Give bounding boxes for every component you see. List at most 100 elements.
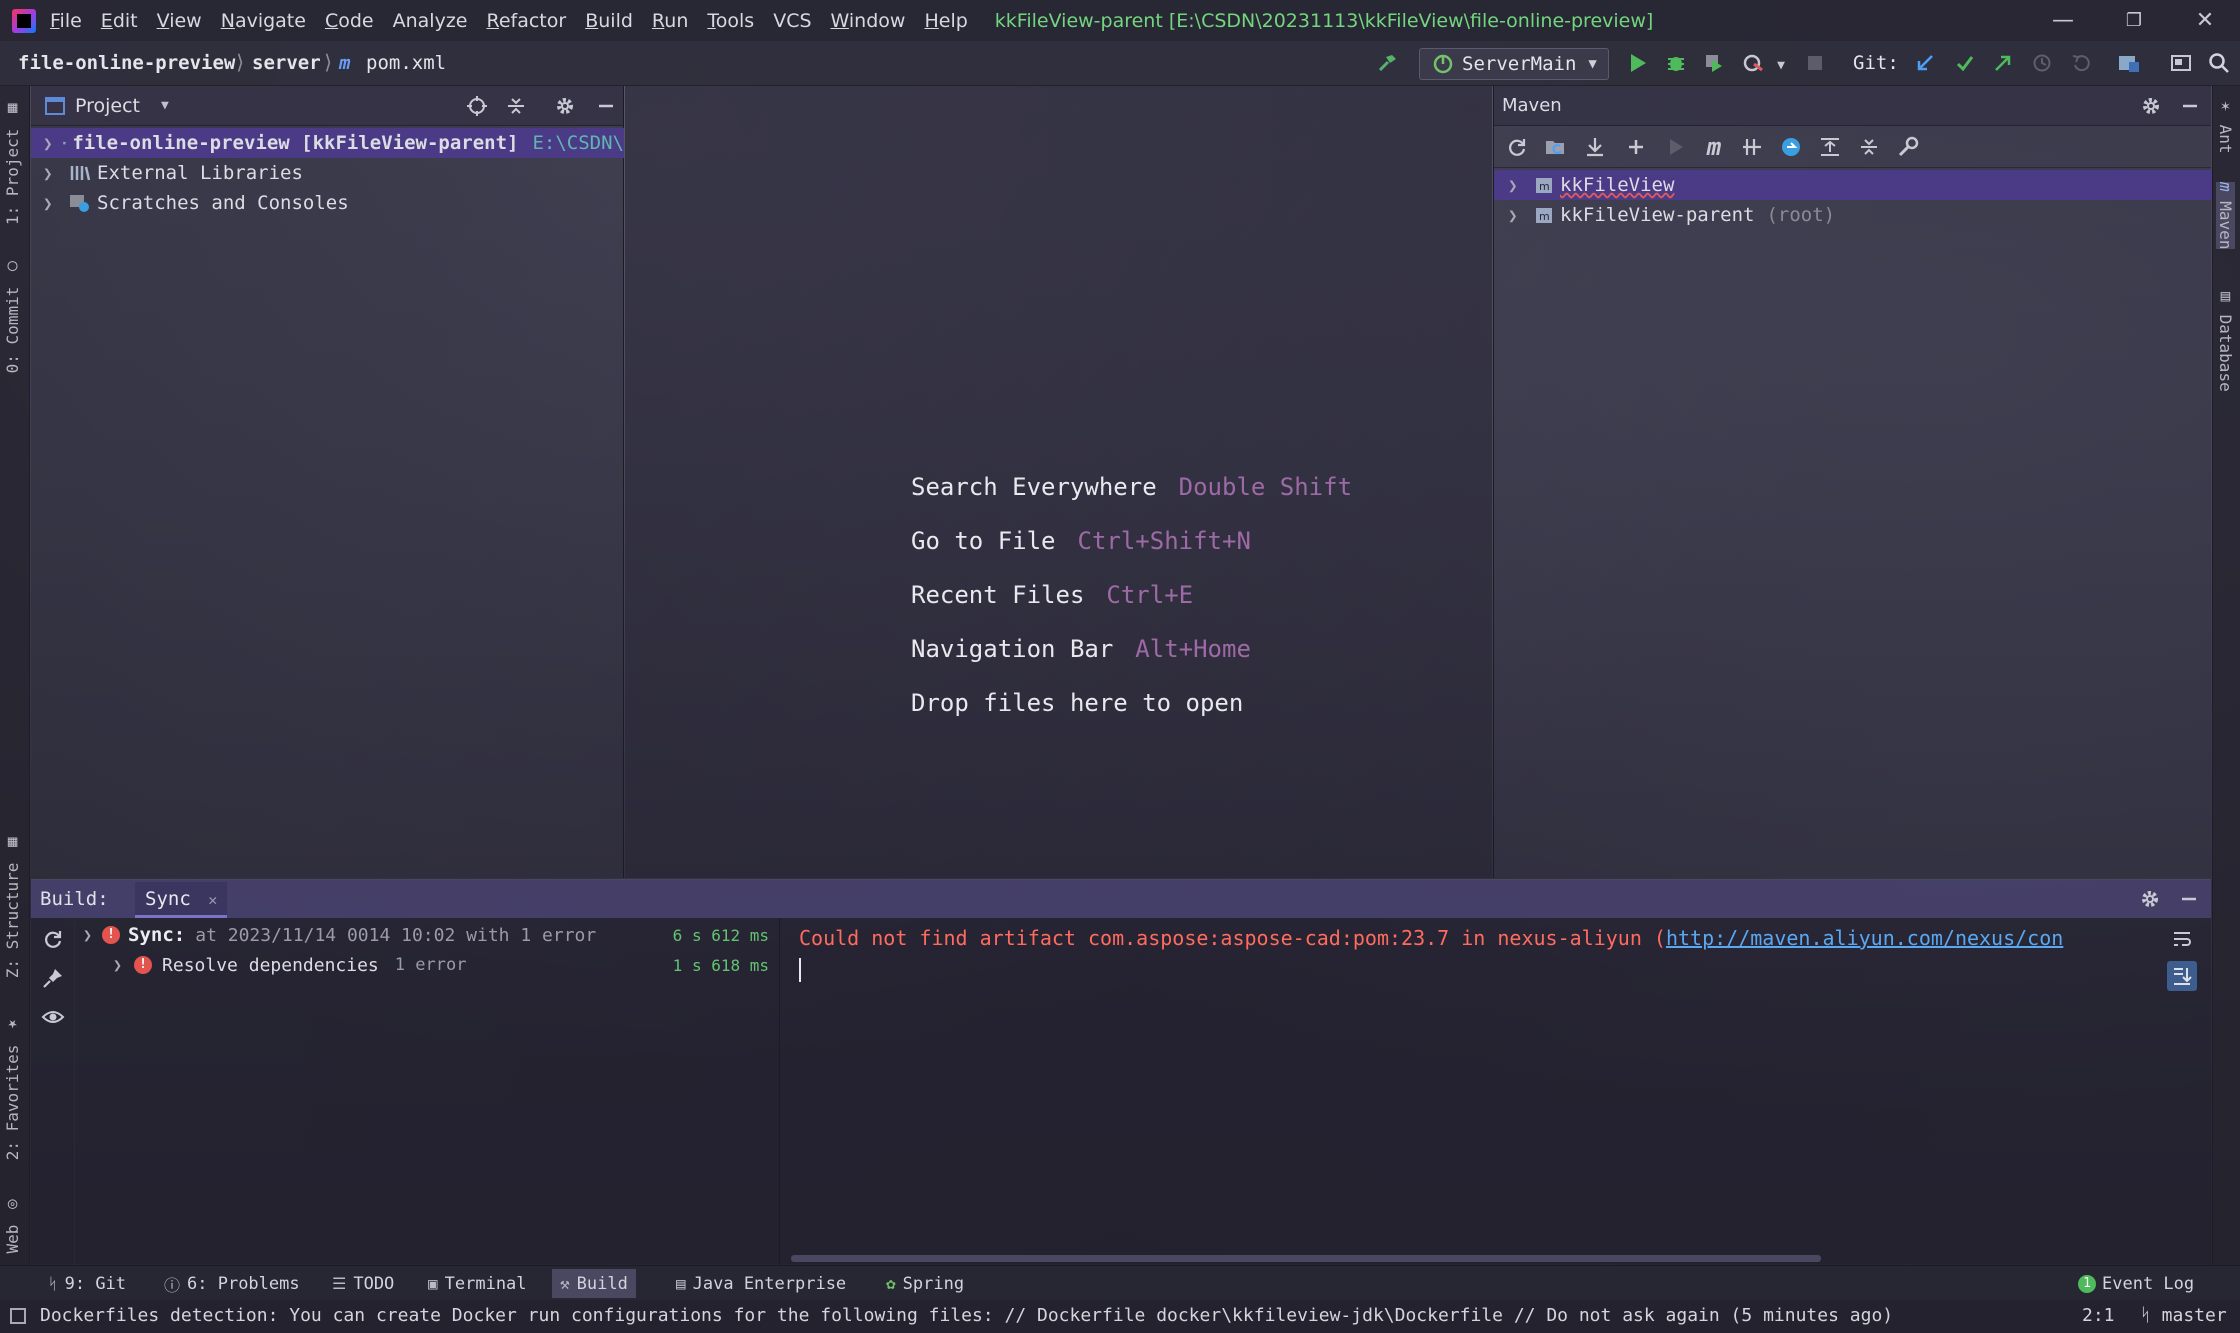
- tree-item-project-root[interactable]: ❯ file-online-preview [kkFileView-parent…: [31, 128, 624, 158]
- chevron-right-icon[interactable]: ❯: [43, 164, 59, 183]
- project-panel-title[interactable]: Project: [75, 95, 140, 117]
- pin-icon[interactable]: [38, 963, 68, 993]
- close-icon[interactable]: ✕: [2190, 6, 2220, 36]
- breadcrumb-project[interactable]: file-online-preview: [18, 52, 235, 74]
- editor-empty-area[interactable]: Search Everywhere Double Shift Go to File…: [625, 86, 1492, 878]
- collapse-all-icon[interactable]: [1854, 132, 1884, 162]
- tab-sync[interactable]: Sync ✕: [135, 882, 228, 918]
- build-row-resolve[interactable]: ❯ ! Resolve dependencies 1 error 1 s 618…: [113, 950, 773, 980]
- tool-window-java-enterprise[interactable]: ▤ Java Enterprise: [668, 1269, 854, 1298]
- build-console[interactable]: Could not find artifact com.aspose:aspos…: [781, 918, 2201, 1265]
- execute-goal-icon[interactable]: m: [1699, 132, 1729, 162]
- menu-help[interactable]: Help: [924, 10, 967, 32]
- maven-project-kkfileview[interactable]: ❯ m kkFileView: [1494, 170, 2212, 200]
- project-structure-icon[interactable]: [2114, 48, 2144, 78]
- tool-window-problems[interactable]: ⓘ 6: Problems: [156, 1269, 308, 1298]
- profile-dropdown-icon[interactable]: ▼: [1766, 50, 1796, 80]
- gear-icon[interactable]: [550, 91, 580, 121]
- tool-window-spring[interactable]: ✿ Spring: [878, 1269, 972, 1298]
- chevron-down-icon[interactable]: ▼: [161, 98, 169, 113]
- chevron-down-icon[interactable]: ❯: [83, 926, 92, 944]
- chevron-right-icon[interactable]: ❯: [1508, 176, 1524, 195]
- run-with-coverage-icon[interactable]: [1699, 48, 1729, 78]
- reload-icon[interactable]: [1502, 132, 1532, 162]
- chevron-right-icon[interactable]: ❯: [43, 194, 59, 213]
- tab-ant[interactable]: ✶ Ant: [2216, 96, 2235, 154]
- locate-icon[interactable]: [462, 91, 492, 121]
- menu-code[interactable]: Code: [325, 10, 374, 32]
- menu-edit[interactable]: Edit: [101, 10, 138, 32]
- tool-window-build[interactable]: ⚒ Build: [552, 1269, 636, 1298]
- hide-panel-icon[interactable]: [2175, 91, 2205, 121]
- tree-item-external-libraries[interactable]: ❯ External Libraries: [31, 158, 303, 188]
- build-hammer-icon[interactable]: [1373, 48, 1403, 78]
- breadcrumb-file[interactable]: pom.xml: [366, 52, 446, 74]
- soft-wrap-icon[interactable]: [2167, 924, 2197, 954]
- toggle-tool-windows-icon[interactable]: [10, 1308, 26, 1324]
- horizontal-scrollbar[interactable]: [791, 1255, 1821, 1262]
- menu-vcs[interactable]: VCS: [773, 10, 811, 32]
- gear-icon[interactable]: [2136, 91, 2166, 121]
- resync-icon[interactable]: [38, 924, 68, 954]
- git-commit-icon[interactable]: [1950, 48, 1980, 78]
- tool-window-git[interactable]: ᛋ 9: Git: [40, 1269, 134, 1298]
- menu-build[interactable]: Build: [585, 10, 633, 32]
- git-push-icon[interactable]: [1988, 48, 2018, 78]
- profile-icon[interactable]: [1738, 48, 1768, 78]
- debug-icon[interactable]: [1661, 48, 1691, 78]
- console-error-link[interactable]: http://maven.aliyun.com/nexus/con: [1666, 926, 2063, 950]
- presentation-icon[interactable]: [2166, 48, 2196, 78]
- build-row-sync[interactable]: ❯ ! Sync: at 2023/11/14 0014 10:02 with …: [83, 920, 773, 950]
- breadcrumb-module[interactable]: server: [252, 52, 321, 74]
- git-history-icon[interactable]: [2027, 48, 2057, 78]
- chevron-right-icon[interactable]: ❯: [1508, 206, 1524, 225]
- run-icon[interactable]: [1661, 132, 1691, 162]
- scroll-to-end-icon[interactable]: [2167, 961, 2197, 991]
- skip-tests-icon[interactable]: [1776, 132, 1806, 162]
- menu-navigate[interactable]: Navigate: [221, 10, 306, 32]
- event-log-button[interactable]: 1 Event Log: [2070, 1269, 2202, 1298]
- search-icon[interactable]: [2204, 48, 2234, 78]
- tab-commit[interactable]: 0: Commit ◯: [3, 258, 22, 373]
- menu-window[interactable]: Window: [831, 10, 906, 32]
- close-tab-icon[interactable]: ✕: [208, 891, 217, 909]
- tab-web[interactable]: Web ◎: [3, 1196, 22, 1254]
- download-icon[interactable]: [1580, 132, 1610, 162]
- menu-view[interactable]: View: [157, 10, 202, 32]
- add-icon[interactable]: [1621, 132, 1651, 162]
- git-branch-widget[interactable]: ᛋ master: [2140, 1305, 2227, 1326]
- tab-structure[interactable]: Z: Structure ▦: [3, 834, 22, 978]
- eye-icon[interactable]: [38, 1002, 68, 1032]
- toggle-offline-icon[interactable]: [1737, 132, 1767, 162]
- minimize-icon[interactable]: —: [2048, 6, 2078, 36]
- tab-maven[interactable]: m Maven: [2216, 182, 2235, 250]
- chevron-right-icon[interactable]: ❯: [113, 956, 122, 974]
- status-message[interactable]: Dockerfiles detection: You can create Do…: [40, 1305, 1893, 1326]
- menu-run[interactable]: Run: [652, 10, 688, 32]
- git-rollback-icon[interactable]: [2066, 48, 2096, 78]
- collapse-all-icon[interactable]: [501, 91, 531, 121]
- menu-file[interactable]: File: [50, 10, 82, 32]
- git-update-icon[interactable]: [1910, 48, 1940, 78]
- caret-position[interactable]: 2:1: [2082, 1305, 2115, 1326]
- run-configuration-select[interactable]: ServerMain ▼: [1419, 48, 1609, 80]
- chevron-right-icon[interactable]: ❯: [43, 134, 53, 153]
- run-icon[interactable]: [1623, 48, 1653, 78]
- tree-item-scratches[interactable]: ❯ Scratches and Consoles: [31, 188, 349, 218]
- menu-analyze[interactable]: Analyze: [393, 10, 468, 32]
- menu-refactor[interactable]: Refactor: [486, 10, 566, 32]
- tool-window-terminal[interactable]: ▣ Terminal: [420, 1269, 535, 1298]
- generate-sources-icon[interactable]: [1541, 132, 1571, 162]
- tool-window-todo[interactable]: ☰ TODO: [324, 1269, 402, 1298]
- restore-icon[interactable]: ❐: [2119, 6, 2149, 36]
- hide-panel-icon[interactable]: [2174, 884, 2204, 914]
- show-dependencies-icon[interactable]: [1815, 132, 1845, 162]
- maven-project-kkfileview-parent[interactable]: ❯ m kkFileView-parent (root): [1494, 200, 1835, 230]
- stop-icon[interactable]: [1800, 48, 1830, 78]
- gear-icon[interactable]: [2135, 884, 2165, 914]
- hide-panel-icon[interactable]: [591, 91, 621, 121]
- tab-database[interactable]: ▤ Database: [2216, 286, 2235, 392]
- tab-project[interactable]: 1: Project ▦: [3, 100, 22, 225]
- tab-favorites[interactable]: 2: Favorites ★: [3, 1016, 22, 1160]
- menu-tools[interactable]: Tools: [707, 10, 754, 32]
